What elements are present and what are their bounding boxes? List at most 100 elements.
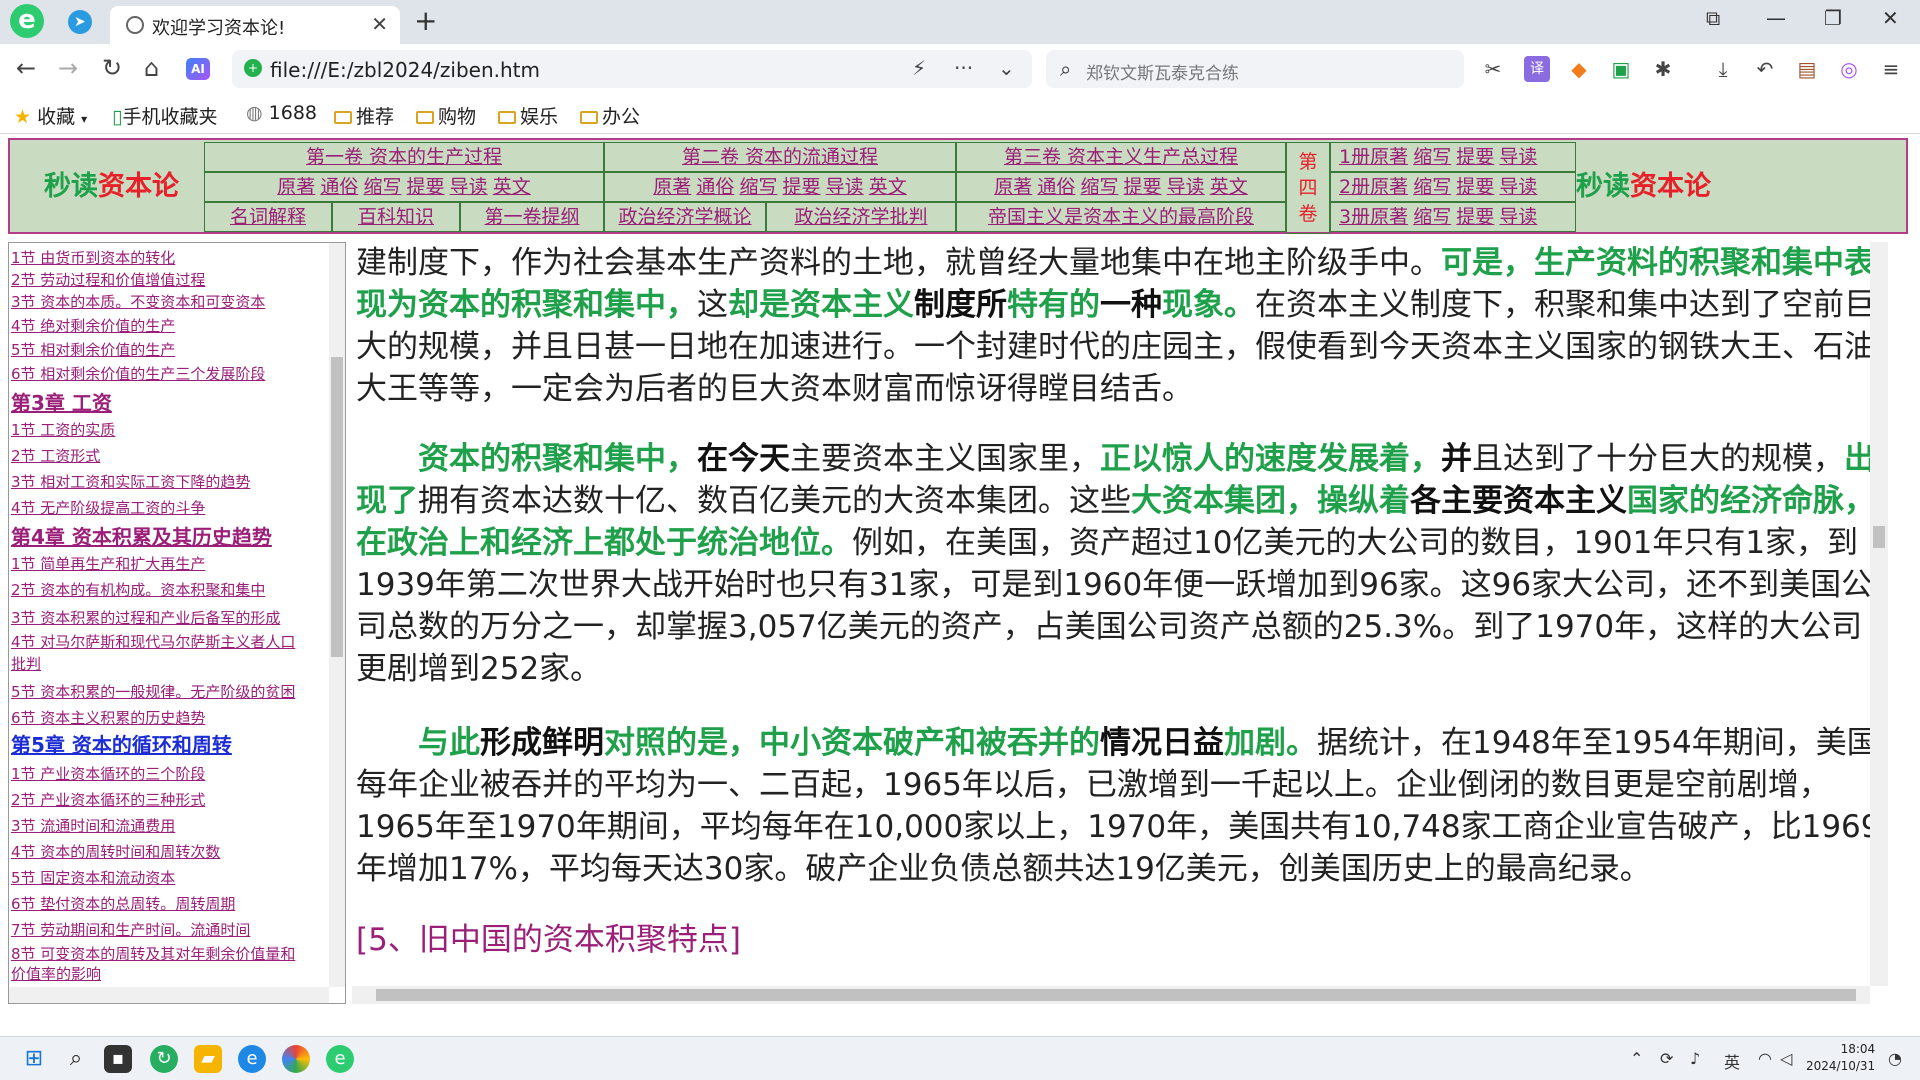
toc-chapter-4[interactable]: 第4章 资本积累及其历史趋势 (11, 521, 272, 550)
book1-original-link[interactable]: 1册原著 (1339, 146, 1408, 168)
browser-logo-icon[interactable]: e (10, 4, 44, 38)
toc-link[interactable]: 2节 工资形式 (11, 445, 329, 466)
toc-link[interactable]: 3节 资本积累的过程和产业后备军的形成 (11, 607, 329, 628)
book2-original-link[interactable]: 2册原著 (1339, 176, 1408, 198)
translate-icon[interactable]: 译 (1524, 56, 1550, 82)
content-vertical-scrollbar[interactable] (1870, 242, 1888, 986)
toc-link[interactable]: 1节 由货币到资本的转化 (11, 247, 329, 268)
wifi-icon[interactable]: ◠ (1758, 1049, 1772, 1068)
bookmark-folder-shopping[interactable]: 购物 (416, 102, 476, 129)
edge-icon[interactable]: e (238, 1045, 266, 1073)
toolbox-icon[interactable]: ▤ (1794, 56, 1820, 82)
toc-link[interactable]: 批判 (11, 653, 329, 674)
bookmark-favorites[interactable]: ★ 收藏 ▾ (14, 102, 87, 129)
search-placeholder[interactable]: 郑钦文斯瓦泰克合练 (1086, 59, 1239, 84)
chrome-icon[interactable] (282, 1045, 310, 1073)
book1-summary-link[interactable]: 提要 (1456, 146, 1494, 168)
green-extension-icon[interactable]: ▣ (1608, 56, 1634, 82)
tab-close-icon[interactable]: ✕ (371, 12, 388, 36)
critique-political-economy-link[interactable]: 政治经济学批判 (794, 206, 927, 228)
vol1-popular-link[interactable]: 通俗 (320, 176, 358, 198)
green-app-icon[interactable]: ↻ (150, 1045, 178, 1073)
home-icon[interactable]: ⌂ (144, 54, 159, 82)
content-hscroll-thumb[interactable] (376, 989, 1856, 1001)
minimize-button[interactable]: — (1766, 6, 1786, 30)
toc-link[interactable]: 2节 劳动过程和价值增值过程 (11, 269, 329, 290)
political-economy-intro-link[interactable]: 政治经济学概论 (618, 206, 751, 228)
undo-icon[interactable]: ↶ (1752, 56, 1778, 82)
download-icon[interactable]: ⤓ (1710, 56, 1736, 82)
telegram-icon[interactable]: ➤ (68, 10, 92, 34)
content-scroll-thumb[interactable] (1873, 526, 1885, 548)
restore-tabs-icon[interactable]: ⧉ (1706, 6, 1720, 30)
vol2-popular-link[interactable]: 通俗 (696, 176, 734, 198)
toc-chapter-3[interactable]: 第3章 工资 (11, 387, 112, 416)
bookmark-mobile[interactable]: ▯手机收藏夹 (112, 102, 217, 129)
toc-link[interactable]: 5节 相对剩余价值的生产 (11, 339, 329, 360)
imperialism-link[interactable]: 帝国主义是资本主义的最高阶段 (988, 206, 1254, 228)
toc-link[interactable]: 4节 对马尔萨斯和现代马尔萨斯主义者人口 (11, 631, 329, 652)
toc-link[interactable]: 3节 流通时间和流通费用 (11, 815, 329, 836)
vol3-original-link[interactable]: 原著 (994, 176, 1032, 198)
toc-link[interactable]: 4节 无产阶级提高工资的斗争 (11, 497, 329, 518)
book3-summary-link[interactable]: 提要 (1456, 206, 1494, 228)
toc-link[interactable]: 4节 资本的周转时间和周转次数 (11, 841, 329, 862)
sidebar-vertical-scrollbar[interactable] (329, 243, 345, 987)
book2-summary-link[interactable]: 提要 (1456, 176, 1494, 198)
book3-abridged-link[interactable]: 缩写 (1413, 206, 1451, 228)
vol1-english-link[interactable]: 英文 (493, 176, 531, 198)
file-explorer-icon[interactable]: ▰ (194, 1045, 222, 1073)
clock[interactable]: 18:04 2024/10/31 (1806, 1041, 1875, 1075)
vol3-guide-link[interactable]: 导读 (1167, 176, 1205, 198)
forward-icon[interactable]: → (58, 54, 78, 82)
glossary-link[interactable]: 名词解释 (230, 206, 306, 228)
vol1-outline-link[interactable]: 第一卷提纲 (484, 206, 579, 228)
bookmark-folder-entertainment[interactable]: 娱乐 (498, 102, 558, 129)
book2-abridged-link[interactable]: 缩写 (1413, 176, 1451, 198)
toc-link[interactable]: 3节 资本的本质。不变资本和可变资本 (11, 291, 329, 312)
task-view-icon[interactable]: ▪ (104, 1045, 132, 1073)
vol2-guide-link[interactable]: 导读 (826, 176, 864, 198)
vol1-guide-link[interactable]: 导读 (450, 176, 488, 198)
vol3-abridged-link[interactable]: 缩写 (1080, 176, 1118, 198)
vol3-english-link[interactable]: 英文 (1210, 176, 1248, 198)
extensions-puzzle-icon[interactable]: ✱ (1650, 56, 1676, 82)
lightning-icon[interactable]: ⚡ (912, 56, 926, 80)
bookmark-folder-recommend[interactable]: 推荐 (334, 102, 394, 129)
toc-link[interactable]: 3节 相对工资和实际工资下降的趋势 (11, 471, 329, 492)
toc-link[interactable]: 1节 工资的实质 (11, 419, 329, 440)
vol3-popular-link[interactable]: 通俗 (1037, 176, 1075, 198)
ai-assistant-icon[interactable]: AI (186, 58, 210, 80)
book1-abridged-link[interactable]: 缩写 (1413, 146, 1451, 168)
url-text[interactable]: file:///E:/zbl2024/ziben.htm (270, 58, 540, 82)
vol4-label[interactable]: 第 四 卷 (1286, 142, 1330, 234)
close-window-button[interactable]: ✕ (1882, 6, 1899, 30)
vol3-summary-link[interactable]: 提要 (1124, 176, 1162, 198)
ime-indicator[interactable]: 英 (1724, 1049, 1740, 1073)
scissors-icon[interactable]: ✂ (1480, 56, 1506, 82)
new-tab-button[interactable]: + (414, 4, 437, 37)
maximize-button[interactable]: ❐ (1824, 6, 1842, 30)
start-windows-icon[interactable]: ⊞ (20, 1045, 48, 1073)
vol3-link[interactable]: 第三卷 资本主义生产总过程 (1004, 146, 1238, 168)
vol1-summary-link[interactable]: 提要 (407, 176, 445, 198)
active-tab[interactable]: 欢迎学习资本论! ✕ (110, 6, 400, 44)
toc-link[interactable]: 6节 相对剩余价值的生产三个发展阶段 (11, 363, 329, 384)
toc-link[interactable]: 价值率的影响 (11, 963, 329, 984)
vol1-original-link[interactable]: 原著 (277, 176, 315, 198)
toc-link[interactable]: 8节 可变资本的周转及其对年剩余价值量和 (11, 943, 329, 964)
microphone-icon[interactable]: ♪ (1690, 1049, 1700, 1068)
vol2-original-link[interactable]: 原著 (653, 176, 691, 198)
dropdown-chevron-icon[interactable]: ⌄ (998, 56, 1015, 80)
browser-app-icon[interactable]: e (326, 1045, 354, 1073)
toc-link[interactable]: 5节 固定资本和流动资本 (11, 867, 329, 888)
bookmark-1688[interactable]: ◍ 1688 (246, 102, 317, 124)
vol1-link[interactable]: 第一卷 资本的生产过程 (306, 146, 502, 168)
search-box[interactable]: ⌕ 郑钦文斯瓦泰克合练 (1046, 50, 1464, 88)
address-bar[interactable]: + file:///E:/zbl2024/ziben.htm ⚡ ··· ⌄ (232, 50, 1032, 88)
notification-bell-icon[interactable]: ◔ (1888, 1049, 1902, 1068)
book2-guide-link[interactable]: 导读 (1499, 176, 1537, 198)
ai-circle-icon[interactable]: ◎ (1836, 56, 1862, 82)
book3-guide-link[interactable]: 导读 (1499, 206, 1537, 228)
vol2-summary-link[interactable]: 提要 (783, 176, 821, 198)
